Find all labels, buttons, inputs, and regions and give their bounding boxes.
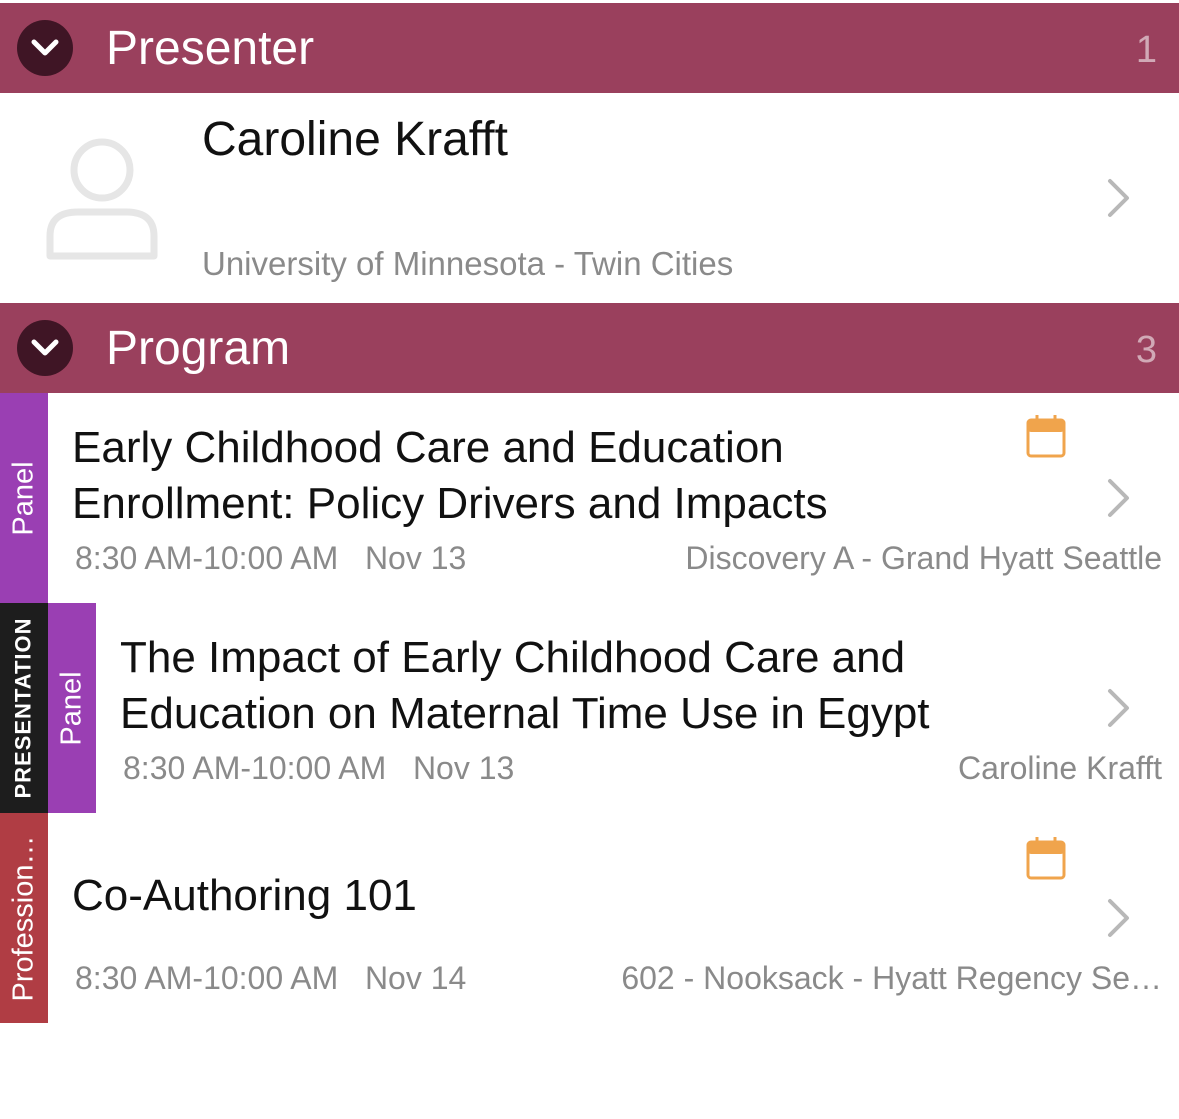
presenter-name[interactable]: Caroline Krafft [202, 112, 508, 168]
section-title: Program [106, 322, 291, 375]
session-title[interactable]: The Impact of Early Childhood Care and E… [120, 630, 930, 742]
session-location: Discovery A - Grand Hyatt Seattle [685, 540, 1162, 576]
session-title[interactable]: Early Childhood Care and Education Enrol… [72, 420, 828, 532]
session-presenter: Caroline Krafft [958, 750, 1162, 786]
session-title[interactable]: Co-Authoring 101 [72, 868, 417, 924]
session-time: 8:30 AM-10:00 AM Nov 13 [75, 540, 467, 576]
chevron-right-icon[interactable] [1106, 178, 1132, 218]
presentation-tag: PRESENTATION [0, 603, 48, 813]
panel-tag: Panel [0, 393, 48, 603]
session-time: 8:30 AM-10:00 AM Nov 14 [75, 960, 467, 996]
collapse-chevron-icon[interactable] [17, 20, 73, 76]
collapse-chevron-icon[interactable] [17, 320, 73, 376]
avatar-placeholder-icon [44, 132, 160, 264]
program-section-header[interactable]: Program 3 [0, 303, 1179, 393]
calendar-icon[interactable] [1026, 414, 1066, 458]
chevron-right-icon[interactable] [1106, 688, 1132, 728]
chevron-right-icon[interactable] [1106, 898, 1132, 938]
presenter-organization: University of Minnesota - Twin Cities [202, 245, 734, 282]
section-count: 3 [1135, 329, 1157, 371]
session-time: 8:30 AM-10:00 AM Nov 13 [123, 750, 515, 786]
presenter-section-header[interactable]: Presenter 1 [0, 3, 1179, 93]
professional-tag: Profession… [0, 813, 48, 1023]
session-location: 602 - Nooksack - Hyatt Regency Se… [621, 960, 1162, 996]
chevron-right-icon[interactable] [1106, 478, 1132, 518]
section-title: Presenter [106, 22, 315, 75]
section-count: 1 [1135, 29, 1157, 71]
panel-tag: Panel [48, 603, 96, 813]
calendar-icon[interactable] [1026, 836, 1066, 880]
